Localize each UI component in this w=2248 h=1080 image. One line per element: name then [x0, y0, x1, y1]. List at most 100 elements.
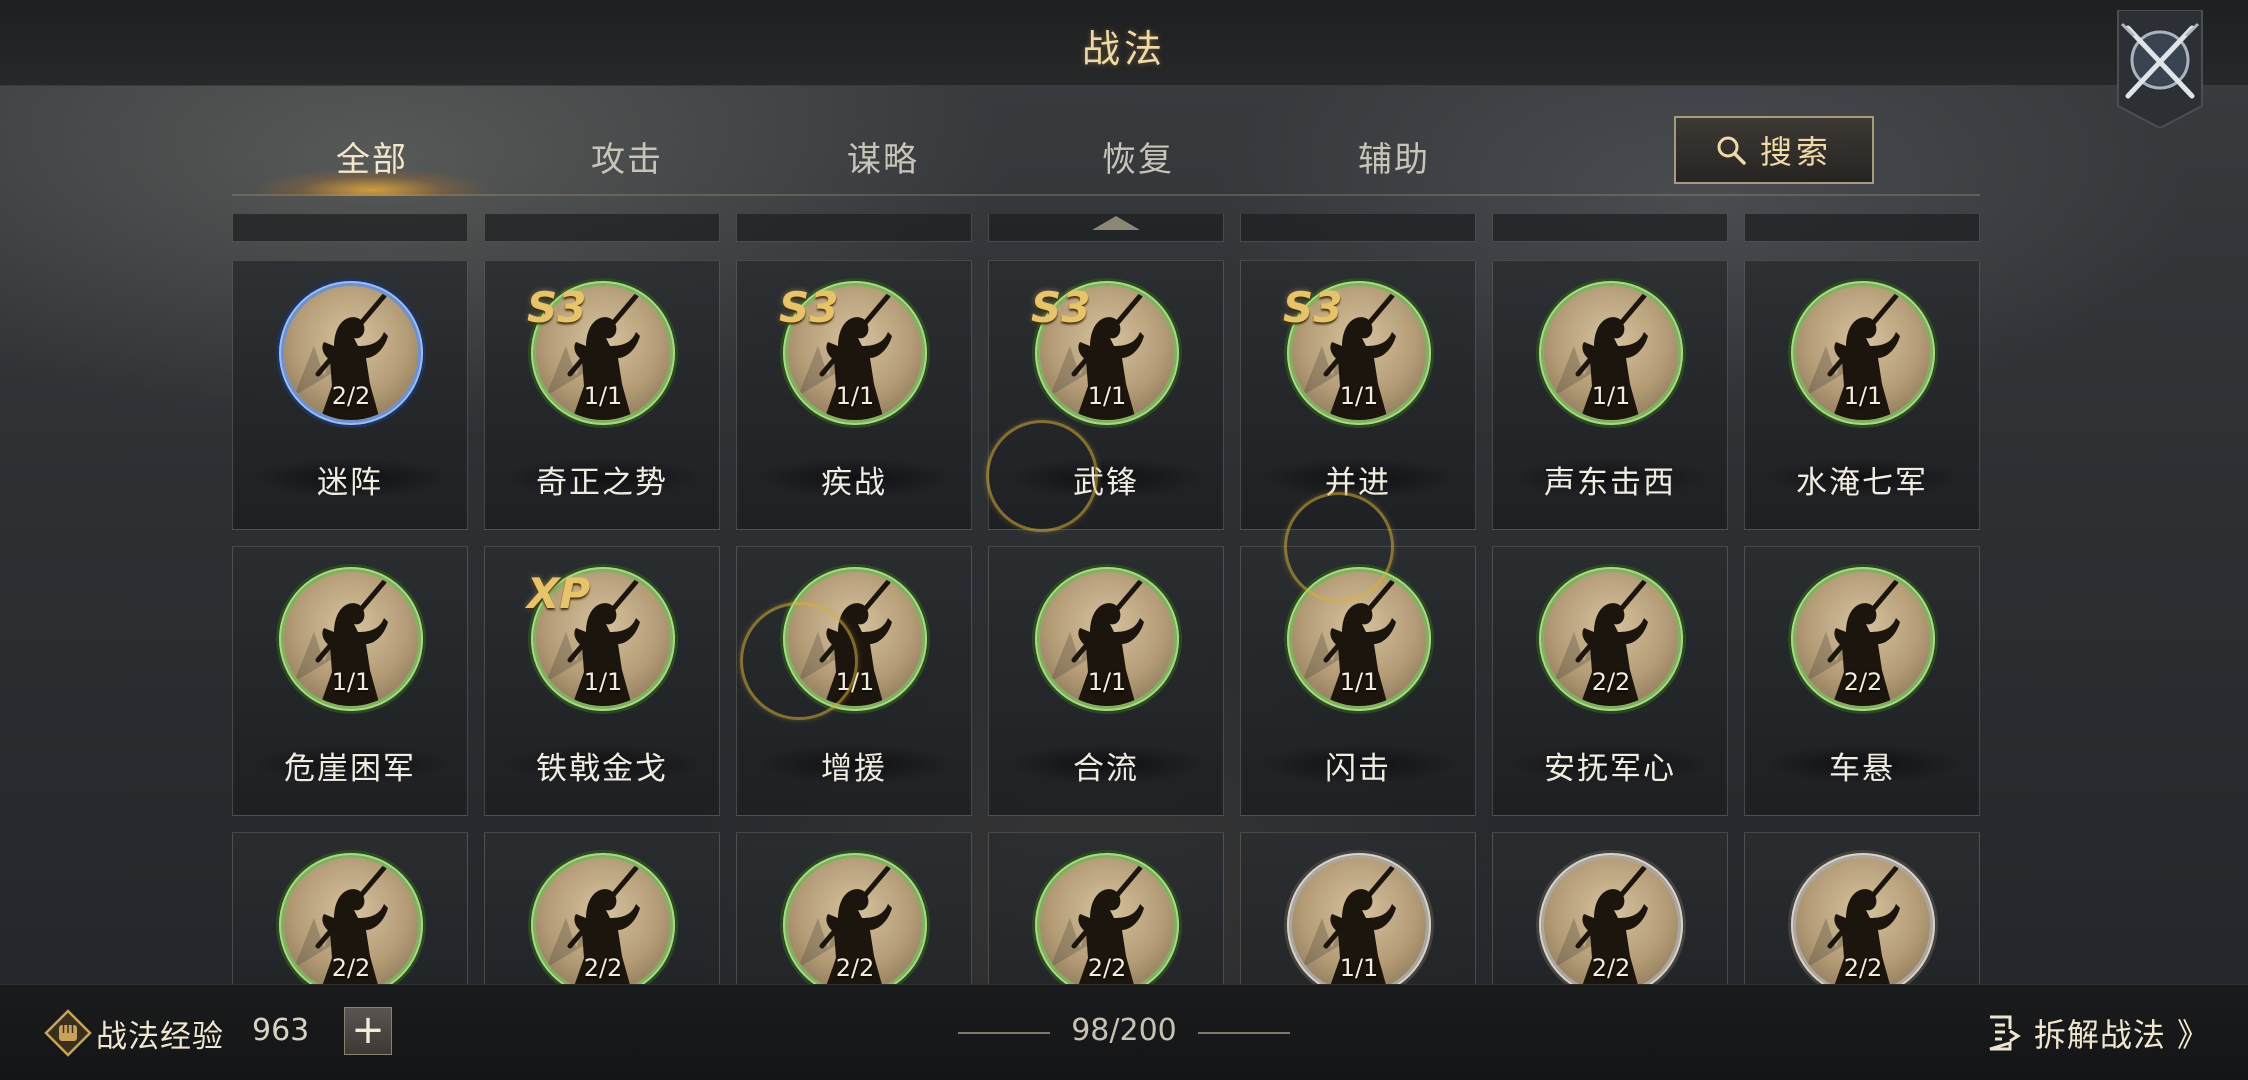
skill-name: 奇正之势 [536, 465, 668, 501]
card-stub [1240, 214, 1476, 242]
previous-row-stubs [232, 214, 1980, 242]
skill-card[interactable]: 1/1 合流 [988, 546, 1224, 816]
top-bar: 战法 [0, 0, 2248, 86]
card-stub [484, 214, 720, 242]
warrior-silhouette-icon: 1/1 [1292, 858, 1426, 984]
skill-level: 2/2 [331, 382, 371, 410]
card-stub [1492, 214, 1728, 242]
skill-level: 1/1 [583, 382, 623, 410]
tab-all[interactable]: 全部 [262, 132, 482, 181]
warrior-silhouette-icon: 1/1 [1796, 286, 1930, 420]
skill-grid[interactable]: 2/2 迷阵 1/1 S3 奇正之势 1/1 S3 疾战 1/1 S3 武锋 1/1 S3 并进 1/1 声东… [232, 214, 1980, 984]
divider-line [1198, 1032, 1290, 1034]
skill-card[interactable]: 2/2 [988, 832, 1224, 984]
warrior-silhouette-icon: 2/2 [1544, 572, 1678, 706]
warrior-silhouette-icon: 1/1 [1544, 286, 1678, 420]
skill-level: 1/1 [1339, 668, 1379, 696]
skill-level: 1/1 [1087, 668, 1127, 696]
warrior-silhouette-icon: 2/2 [1796, 572, 1930, 706]
page-title: 战法 [1081, 27, 1166, 71]
skill-level: 1/1 [1339, 954, 1379, 982]
warrior-silhouette-icon: 1/1 [788, 572, 922, 706]
skill-card[interactable]: 1/1 声东击西 [1492, 260, 1728, 530]
skill-medal: 2/2 [279, 281, 423, 425]
skill-medal: 2/2 [279, 853, 423, 984]
skill-level: 1/1 [331, 668, 371, 696]
skill-medal: 2/2 [531, 853, 675, 984]
skill-medal: 2/2 [783, 853, 927, 984]
season-badge: S3 [1283, 283, 1343, 332]
skill-card[interactable]: 1/1 S3 奇正之势 [484, 260, 720, 530]
skill-level: 1/1 [1591, 382, 1631, 410]
skill-name: 闪击 [1325, 751, 1391, 787]
skill-card[interactable]: 1/1 S3 疾战 [736, 260, 972, 530]
skill-medal: 2/2 [1539, 567, 1683, 711]
warrior-silhouette-icon: 2/2 [788, 858, 922, 984]
warrior-silhouette-icon: 1/1 [1292, 572, 1426, 706]
skill-name: 车悬 [1829, 751, 1895, 787]
tab-recovery[interactable]: 恢复 [1028, 132, 1248, 181]
skill-card[interactable]: 1/1 XP 铁戟金戈 [484, 546, 720, 816]
skill-card[interactable]: 1/1 [1240, 832, 1476, 984]
skill-card[interactable]: 1/1 水淹七军 [1744, 260, 1980, 530]
skill-level: 2/2 [1087, 954, 1127, 982]
skill-medal: 2/2 [1791, 567, 1935, 711]
skill-medal: 1/1 [1287, 853, 1431, 984]
skill-name: 武锋 [1073, 465, 1139, 501]
skill-name: 增援 [821, 751, 887, 787]
warrior-silhouette-icon: 2/2 [284, 858, 418, 984]
warrior-silhouette-icon: 1/1 [284, 572, 418, 706]
skill-card[interactable]: 1/1 增援 [736, 546, 972, 816]
bottom-bar: 战法经验 963 + 98/200 拆解战法 》 [0, 984, 2248, 1080]
skill-card[interactable]: 2/2 [736, 832, 972, 984]
skill-card[interactable]: 2/2 车悬 [1744, 546, 1980, 816]
skill-name: 合流 [1073, 751, 1139, 787]
skill-level: 1/1 [1843, 382, 1883, 410]
skill-name: 危崖困军 [284, 751, 416, 787]
skill-medal: 1/1 [1287, 567, 1431, 711]
warrior-silhouette-icon: 2/2 [1040, 858, 1174, 984]
skill-card[interactable]: 1/1 危崖困军 [232, 546, 468, 816]
magnifier-icon [1717, 136, 1746, 165]
tab-strategy[interactable]: 谋略 [773, 132, 993, 181]
skill-level: 1/1 [1339, 382, 1379, 410]
skill-name: 铁戟金戈 [536, 751, 668, 787]
disassemble-label: 拆解战法 》 [2033, 1016, 2210, 1054]
skill-card[interactable]: 2/2 [484, 832, 720, 984]
skill-name: 安抚军心 [1544, 751, 1676, 787]
skill-medal: 1/1 [783, 567, 927, 711]
skill-level: 2/2 [583, 954, 623, 982]
crossed-swords-icon [2117, 9, 2203, 130]
skill-medal: 1/1 [1791, 281, 1935, 425]
skill-medal: 2/2 [1539, 853, 1683, 984]
skill-name: 迷阵 [317, 465, 383, 501]
skill-card[interactable]: 2/2 [232, 832, 468, 984]
season-badge: S3 [779, 283, 839, 332]
search-button[interactable]: 搜索 [1674, 116, 1874, 184]
warrior-silhouette-icon: 2/2 [284, 286, 418, 420]
skill-medal: 2/2 [1035, 853, 1179, 984]
chevron-up-icon[interactable] [1092, 216, 1140, 230]
season-badge: XP [527, 569, 591, 618]
skill-level: 2/2 [1591, 668, 1631, 696]
skill-card[interactable]: 1/1 S3 武锋 [988, 260, 1224, 530]
skill-card[interactable]: 2/2 安抚军心 [1492, 546, 1728, 816]
skill-medal: 1/1 [1035, 567, 1179, 711]
warrior-silhouette-icon: 2/2 [536, 858, 670, 984]
skill-level: 2/2 [835, 954, 875, 982]
card-stub [232, 214, 468, 242]
tab-support[interactable]: 辅助 [1284, 132, 1504, 181]
skill-card[interactable]: 2/2 迷阵 [232, 260, 468, 530]
disassemble-skills-button[interactable]: 拆解战法 》 [1984, 1007, 2210, 1059]
skill-card[interactable]: 2/2 [1744, 832, 1980, 984]
card-stub [736, 214, 972, 242]
tab-attack[interactable]: 攻击 [517, 132, 737, 181]
close-button[interactable] [2110, 9, 2210, 130]
skill-card[interactable]: 1/1 S3 并进 [1240, 260, 1476, 530]
skill-card[interactable]: 1/1 闪击 [1240, 546, 1476, 816]
skill-level: 2/2 [1843, 668, 1883, 696]
skill-name: 并进 [1325, 465, 1391, 501]
skill-card[interactable]: 2/2 [1492, 832, 1728, 984]
season-badge: S3 [527, 283, 587, 332]
warrior-silhouette-icon: 1/1 [1040, 572, 1174, 706]
